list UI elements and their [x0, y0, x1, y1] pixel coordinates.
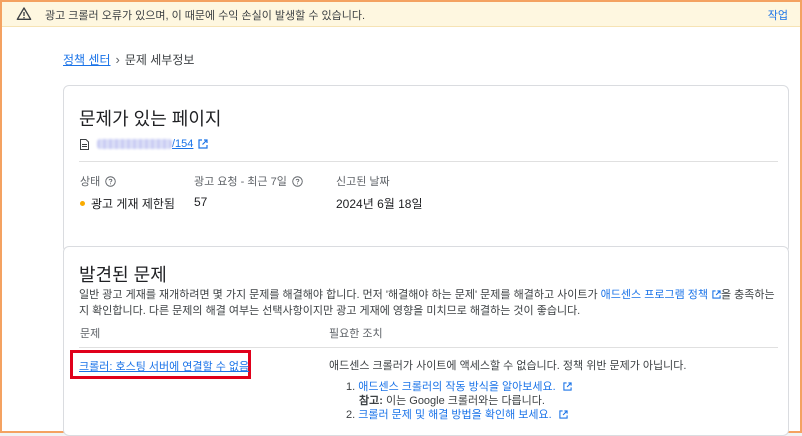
- breadcrumb-policy-center-link[interactable]: 정책 센터: [63, 51, 111, 68]
- status-value-group: 광고 게재 제한됨: [80, 195, 175, 212]
- warning-icon: [16, 7, 32, 20]
- crawler-fix-link[interactable]: 크롤러 문제 및 해결 방법을 확인해 보세요.: [358, 409, 551, 421]
- page-url-link[interactable]: /154: [172, 138, 193, 150]
- status-label: 상태: [80, 176, 101, 188]
- breadcrumb: 정책 센터 › 문제 세부정보: [63, 51, 194, 68]
- action-steps: 1. 애드센스 크롤러의 작동 방식을 알아보세요. 참고: 이는 Google…: [346, 380, 572, 422]
- column-header-issue: 문제: [80, 328, 101, 340]
- reported-date-label-group: 신고된 날짜: [336, 173, 390, 189]
- adsense-policy-link[interactable]: 애드센스 프로그램 정책: [601, 289, 708, 301]
- step-2: 2. 크롤러 문제 및 해결 방법을 확인해 보세요.: [346, 408, 572, 422]
- requests-label-group: 광고 요청 - 최근 7일: [194, 173, 303, 189]
- found-issues-card: 발견된 문제 일반 광고 게재를 재개하려면 몇 가지 문제를 해결해야 합니다…: [63, 246, 789, 436]
- problem-page-title: 문제가 있는 페이지: [79, 109, 222, 129]
- requests-label: 광고 요청 - 최근 7일: [194, 176, 287, 188]
- help-icon[interactable]: [292, 175, 303, 187]
- status-label-group: 상태: [80, 173, 116, 189]
- status-value: 광고 게재 제한됨: [91, 197, 175, 211]
- crawler-how-it-works-link[interactable]: 애드센스 크롤러의 작동 방식을 알아보세요.: [358, 381, 555, 393]
- step-1-note: 참고: 이는 Google 크롤러와는 다릅니다.: [346, 394, 572, 408]
- redacted-url: [97, 139, 172, 149]
- warning-action-link[interactable]: 작업: [768, 7, 788, 23]
- open-in-new-icon[interactable]: [563, 382, 572, 391]
- document-icon: [80, 138, 89, 150]
- help-icon[interactable]: [105, 175, 116, 187]
- step-1: 1. 애드센스 크롤러의 작동 방식을 알아보세요.: [346, 380, 572, 394]
- breadcrumb-separator: ›: [115, 52, 120, 67]
- note-label: 참고:: [359, 395, 383, 407]
- issue-crawler-host-link[interactable]: 크롤러: 호스팅 서버에 연결할 수 없음: [79, 358, 249, 374]
- reported-date-label: 신고된 날짜: [336, 176, 390, 188]
- main-content: 정책 센터 › 문제 세부정보 문제가 있는 페이지 /154 상태 광고 요청…: [2, 27, 800, 436]
- warning-banner: 광고 크롤러 오류가 있으며, 이 때문에 수익 손실이 발생할 수 있습니다.…: [2, 2, 800, 27]
- page-url-row: /154: [80, 138, 209, 150]
- note-text: 이는 Google 크롤러와는 다릅니다.: [382, 395, 545, 407]
- issues-description: 일반 광고 게재를 재개하려면 몇 가지 문제를 해결해야 합니다. 먼저 '해…: [79, 287, 777, 319]
- breadcrumb-current: 문제 세부정보: [124, 53, 195, 67]
- found-issues-title: 발견된 문제: [79, 265, 167, 285]
- problem-page-card: 문제가 있는 페이지 /154 상태 광고 요청 - 최근 7일 신고된 날짜 …: [63, 85, 789, 253]
- reported-date-value: 2024년 6월 18일: [336, 197, 423, 211]
- status-dot-icon: [80, 201, 85, 206]
- warning-text: 광고 크롤러 오류가 있으며, 이 때문에 수익 손실이 발생할 수 있습니다.: [45, 10, 366, 22]
- divider: [79, 161, 778, 162]
- description-text-1: 일반 광고 게재를 재개하려면 몇 가지 문제를 해결해야 합니다. 먼저 '해…: [79, 289, 601, 301]
- open-in-new-icon[interactable]: [559, 410, 568, 419]
- open-in-new-icon[interactable]: [712, 290, 721, 299]
- step-2-number: 2.: [346, 409, 356, 421]
- column-header-action: 필요한 조치: [329, 328, 383, 340]
- step-1-number: 1.: [346, 381, 356, 393]
- action-description: 애드센스 크롤러가 사이트에 액세스할 수 없습니다. 정책 위반 문제가 아닙…: [329, 360, 687, 372]
- open-in-new-icon[interactable]: [198, 139, 209, 149]
- requests-value: 57: [194, 195, 208, 209]
- divider: [79, 347, 778, 348]
